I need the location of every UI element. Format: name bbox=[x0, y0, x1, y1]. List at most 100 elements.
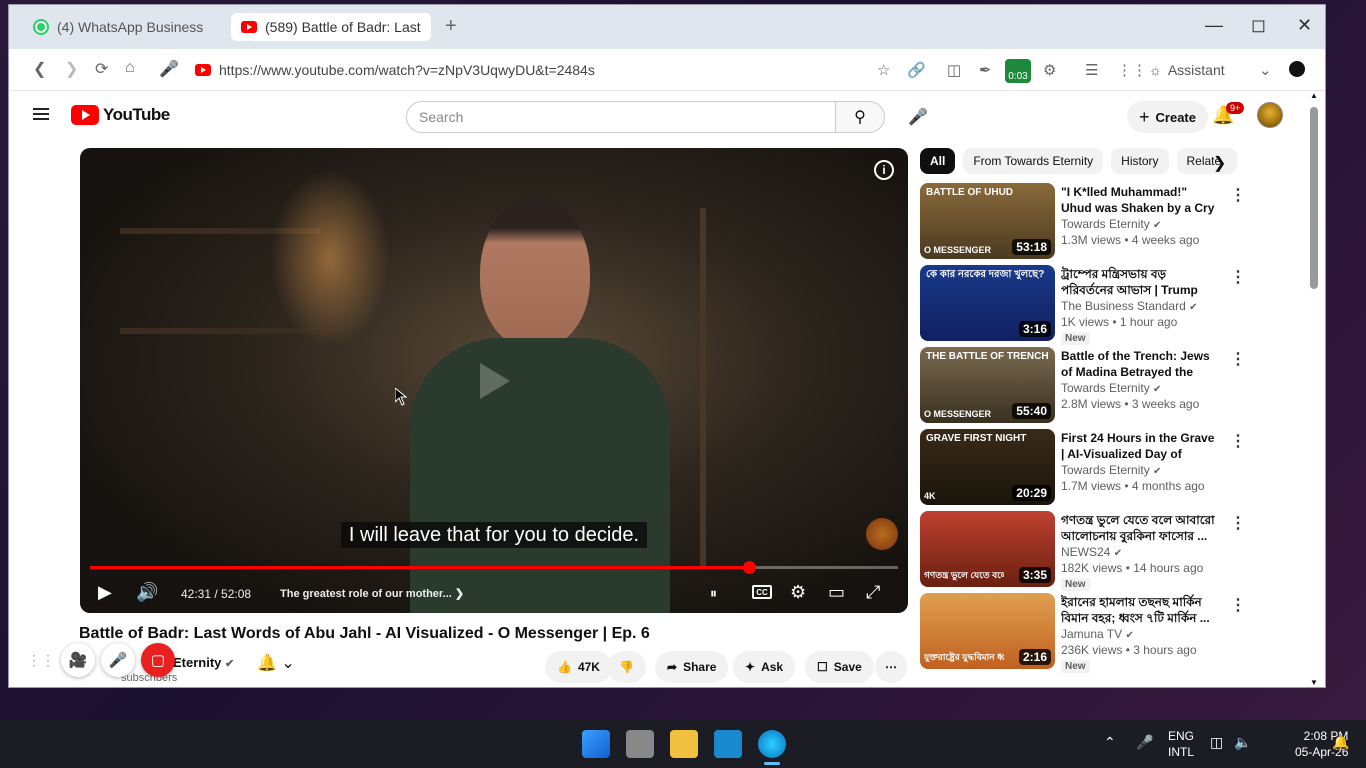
assistant-button[interactable]: ☼ Assistant bbox=[1149, 62, 1225, 78]
recommendation-title[interactable]: ট্রাম্পের মন্ত্রিসভায় বড় পরিবর্তনের আভ… bbox=[1061, 266, 1221, 298]
browser-taskbar-icon[interactable] bbox=[758, 730, 786, 758]
like-button[interactable]: 👍 47K bbox=[545, 651, 612, 683]
url-field[interactable]: https://www.youtube.com/watch?v=zNpV3Uqw… bbox=[195, 62, 595, 78]
tray-microphone-icon[interactable]: 🎤 bbox=[1136, 734, 1153, 751]
info-icon[interactable]: i bbox=[874, 160, 894, 180]
more-vertical-icon[interactable]: ⋮ bbox=[1230, 513, 1246, 533]
file-explorer-icon[interactable] bbox=[670, 730, 698, 758]
chevron-right-icon[interactable]: ❯ bbox=[1213, 153, 1226, 173]
extension-feather-icon[interactable]: ✒ bbox=[979, 61, 992, 79]
recommendation-item[interactable]: BATTLE OF UHUD O MESSENGER 53:18 "I K*lled … bbox=[920, 183, 1250, 265]
profile-icon[interactable] bbox=[1289, 61, 1305, 77]
video-thumbnail[interactable]: কে কার নরকের দরজা খুলছে? 3:16 bbox=[920, 265, 1055, 341]
save-button[interactable]: ☐ Save bbox=[805, 651, 874, 683]
search-input[interactable]: Search bbox=[406, 101, 836, 133]
recommendation-title[interactable]: "I K*lled Muhammad!" Uhud was Shaken by … bbox=[1061, 184, 1221, 216]
store-icon[interactable] bbox=[714, 730, 742, 758]
video-thumbnail[interactable]: THE BATTLE OF TRENCH O MESSENGER 55:40 bbox=[920, 347, 1055, 423]
page-scrollbar[interactable]: ▲ ▼ bbox=[1309, 91, 1319, 687]
chip-related[interactable]: Relate bbox=[1176, 148, 1237, 174]
windows-start-icon[interactable] bbox=[582, 730, 610, 758]
chapter-title[interactable]: The greatest role of our mother... ❯ bbox=[280, 587, 464, 600]
maximize-icon[interactable]: ◻ bbox=[1251, 15, 1266, 36]
video-thumbnail[interactable]: GRAVE FIRST NIGHT 4K 20:29 bbox=[920, 429, 1055, 505]
recommendation-item[interactable]: গণতন্ত্র ভুলে যেতে বলে ইব্রাহিম ট্রাওরে,… bbox=[920, 511, 1250, 593]
channel-name[interactable]: Eternity ✔ bbox=[173, 655, 234, 670]
video-player[interactable]: i I will leave that for you to decide. ▶… bbox=[80, 148, 908, 613]
speaker-icon[interactable]: 🔈 bbox=[1234, 734, 1251, 751]
notification-center-icon[interactable]: 🔔 bbox=[1332, 734, 1349, 751]
reading-list-icon[interactable]: ☰ bbox=[1085, 61, 1098, 79]
theater-mode-icon[interactable]: ▭ bbox=[828, 582, 845, 603]
recommendation-item[interactable]: THE BATTLE OF TRENCH O MESSENGER 55:40 Batt… bbox=[920, 347, 1250, 429]
link-icon[interactable]: 🔗 bbox=[907, 61, 926, 79]
recommendation-title[interactable]: First 24 Hours in the Grave | AI-Visuali… bbox=[1061, 430, 1221, 462]
recommendation-channel[interactable]: Towards Eternity ✔ bbox=[1061, 217, 1161, 231]
extension-timer-badge[interactable]: 0:03 bbox=[1005, 59, 1031, 83]
search-button[interactable]: ⚲ bbox=[835, 101, 885, 133]
share-button[interactable]: ➦ Share bbox=[655, 651, 729, 683]
microphone-toggle-icon[interactable]: 🎤 bbox=[101, 643, 135, 677]
task-view-icon[interactable] bbox=[626, 730, 654, 758]
recommendation-title[interactable]: ইরানের হামলায় তছনছ মার্কিন বিমান বহর; ধ… bbox=[1061, 594, 1221, 626]
recommendation-title[interactable]: Battle of the Trench: Jews of Madina Bet… bbox=[1061, 348, 1221, 380]
youtube-logo[interactable]: YouTube bbox=[71, 105, 170, 125]
chevron-down-icon[interactable]: ⌄ bbox=[1259, 61, 1272, 79]
more-vertical-icon[interactable]: ⋮ bbox=[1230, 349, 1246, 369]
dislike-button[interactable]: 👎 bbox=[607, 651, 646, 683]
audio-wave-icon[interactable]: ⋮⋮ bbox=[1117, 61, 1147, 79]
ask-button[interactable]: ✦ Ask bbox=[733, 651, 796, 683]
tab-whatsapp[interactable]: (4) WhatsApp Business bbox=[23, 13, 223, 41]
camera-toggle-icon[interactable]: 🎥 bbox=[61, 643, 95, 677]
network-icon[interactable]: ◫ bbox=[1210, 734, 1223, 751]
progress-bar[interactable] bbox=[90, 561, 898, 574]
fullscreen-icon[interactable]: ⤢ bbox=[866, 582, 880, 603]
bookmark-star-icon[interactable]: ☆ bbox=[877, 61, 890, 79]
voice-search-button[interactable]: 🎤 bbox=[902, 101, 934, 133]
account-avatar[interactable] bbox=[1257, 102, 1283, 128]
back-icon[interactable]: ❮ bbox=[33, 59, 46, 79]
more-vertical-icon[interactable]: ⋮ bbox=[1230, 267, 1246, 287]
scroll-down-icon[interactable]: ▼ bbox=[1310, 678, 1318, 687]
voice-search-icon[interactable]: 🎤 bbox=[159, 59, 179, 79]
captions-icon[interactable]: CC bbox=[752, 585, 772, 599]
recommendation-channel[interactable]: Jamuna TV ✔ bbox=[1061, 627, 1134, 641]
home-icon[interactable]: ⌂ bbox=[125, 59, 135, 77]
video-thumbnail[interactable]: যুক্তরাষ্ট্রের যুদ্ধবিমান ধ্বংস 2:16 bbox=[920, 593, 1055, 669]
tray-overflow-chevron-icon[interactable]: ⌃ bbox=[1104, 734, 1116, 751]
screenshot-search-icon[interactable]: ◫ bbox=[947, 61, 961, 79]
video-thumbnail[interactable]: গণতন্ত্র ভুলে যেতে বলে ইব্রাহিম ট্রাওরে,… bbox=[920, 511, 1055, 587]
reload-icon[interactable]: ⟳ bbox=[95, 59, 108, 79]
chip-all[interactable]: All bbox=[920, 148, 956, 174]
recommendation-item[interactable]: GRAVE FIRST NIGHT 4K 20:29 First 24 Hours i… bbox=[920, 429, 1250, 511]
volume-icon[interactable]: 🔊 bbox=[136, 582, 158, 603]
close-icon[interactable]: ✕ bbox=[1297, 15, 1312, 36]
chip-from-channel[interactable]: From Towards Eternity bbox=[963, 148, 1104, 174]
play-icon[interactable]: ▶ bbox=[98, 582, 112, 603]
drag-handle-icon[interactable]: ⋮⋮ bbox=[27, 652, 55, 669]
tab-youtube[interactable]: (589) Battle of Badr: Last bbox=[231, 13, 431, 41]
more-vertical-icon[interactable]: ⋮ bbox=[1230, 185, 1246, 205]
forward-icon[interactable]: ❯ bbox=[65, 59, 78, 79]
recommendation-channel[interactable]: Towards Eternity ✔ bbox=[1061, 463, 1161, 477]
create-button[interactable]: + Create bbox=[1127, 101, 1208, 133]
center-play-icon[interactable] bbox=[480, 363, 510, 399]
settings-gear-icon[interactable]: ⚙ bbox=[790, 582, 806, 603]
autoplay-toggle-icon[interactable]: ⏸ bbox=[710, 585, 717, 602]
recommendation-item[interactable]: কে কার নরকের দরজা খুলছে? 3:16 ট্রাম্পের মন… bbox=[920, 265, 1250, 347]
recommendation-title[interactable]: গণতন্ত্র ভুলে যেতে বলে আবারো আলোচনায় বু… bbox=[1061, 512, 1221, 544]
menu-icon[interactable] bbox=[33, 108, 49, 120]
scroll-up-icon[interactable]: ▲ bbox=[1310, 91, 1318, 100]
scrubber-handle[interactable] bbox=[743, 561, 757, 574]
more-vertical-icon[interactable]: ⋮ bbox=[1230, 431, 1246, 451]
recommendation-channel[interactable]: The Business Standard ✔ bbox=[1061, 299, 1197, 313]
recommendation-channel[interactable]: Towards Eternity ✔ bbox=[1061, 381, 1161, 395]
minimize-icon[interactable]: — bbox=[1205, 15, 1223, 36]
scroll-thumb[interactable] bbox=[1310, 107, 1318, 289]
stop-recording-icon[interactable]: ▢ bbox=[141, 643, 175, 677]
more-actions-button[interactable]: ⋯ bbox=[875, 651, 907, 683]
new-tab-icon[interactable]: + bbox=[445, 15, 457, 38]
recommendation-channel[interactable]: NEWS24 ✔ bbox=[1061, 545, 1122, 559]
video-thumbnail[interactable]: BATTLE OF UHUD O MESSENGER 53:18 bbox=[920, 183, 1055, 259]
more-vertical-icon[interactable]: ⋮ bbox=[1230, 595, 1246, 615]
